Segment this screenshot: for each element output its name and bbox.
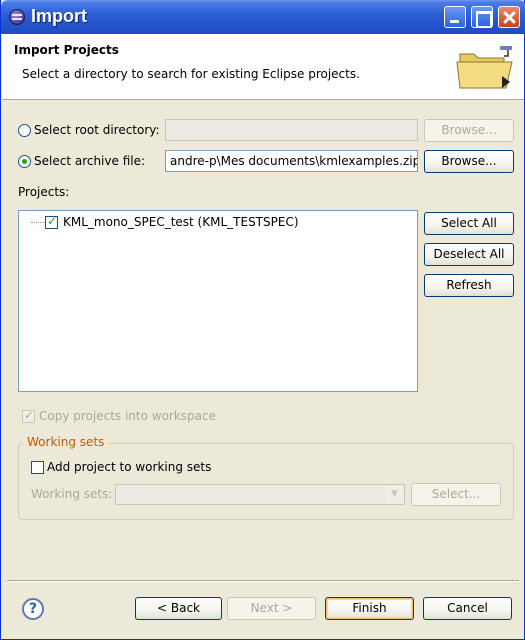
check-icon: ✓ <box>24 408 35 422</box>
list-item[interactable]: KML_mono_SPEC_test (KML_TESTSPEC) <box>63 215 299 229</box>
page-description: Select a directory to search for existin… <box>22 67 360 81</box>
back-button[interactable]: < Back <box>135 597 222 620</box>
archive-browse-button[interactable]: Browse... <box>424 150 514 173</box>
add-to-working-sets-label: Add project to working sets <box>47 460 212 474</box>
maximize-button[interactable] <box>471 6 493 28</box>
check-icon: ✓ <box>47 214 58 228</box>
root-directory-label: Select root directory: <box>34 123 160 137</box>
select-all-button[interactable]: Select All <box>424 212 514 235</box>
deselect-all-button[interactable]: Deselect All <box>424 243 514 266</box>
window-title: Import <box>31 6 87 26</box>
minimize-button[interactable] <box>444 6 466 28</box>
archive-file-label: Select archive file: <box>34 154 146 168</box>
working-sets-select-button[interactable]: Select... <box>411 483 501 506</box>
close-button[interactable] <box>498 6 520 28</box>
working-sets-label: Working sets: <box>31 487 113 501</box>
archive-file-radio[interactable] <box>18 155 31 168</box>
import-dialog: Import Import Projects Select a director… <box>0 0 525 640</box>
finish-button[interactable]: Finish <box>325 597 414 620</box>
help-icon[interactable]: ? <box>22 598 44 620</box>
copy-projects-checkbox[interactable]: ✓ <box>22 408 35 423</box>
chevron-down-icon[interactable]: ▼ <box>386 486 403 503</box>
project-checkbox[interactable]: ✓ <box>45 214 58 229</box>
root-browse-button[interactable]: Browse... <box>424 119 514 142</box>
title-bar[interactable]: Import <box>1 0 525 34</box>
next-button[interactable]: Next > <box>227 597 316 620</box>
projects-label: Projects: <box>18 185 70 199</box>
footer-separator <box>7 580 519 582</box>
refresh-button[interactable]: Refresh <box>424 274 514 297</box>
working-sets-combo[interactable]: ▼ <box>115 484 405 505</box>
projects-list[interactable]: ✓ KML_mono_SPEC_test (KML_TESTSPEC) <box>18 210 418 392</box>
root-directory-radio[interactable] <box>18 124 31 137</box>
eclipse-icon <box>9 9 25 25</box>
add-to-working-sets-checkbox[interactable] <box>31 461 44 474</box>
open-folder-icon <box>456 46 513 89</box>
cancel-button[interactable]: Cancel <box>423 597 512 620</box>
working-sets-group-title: Working sets <box>23 435 109 449</box>
archive-file-field[interactable]: andre-p\Mes documents\kmlexamples.zip <box>165 150 418 172</box>
wizard-header: Import Projects Select a directory to se… <box>2 34 524 100</box>
copy-projects-label: Copy projects into workspace <box>39 409 217 423</box>
tree-connector <box>31 222 45 223</box>
working-sets-group <box>18 443 514 520</box>
page-title: Import Projects <box>14 43 119 57</box>
root-directory-field[interactable] <box>165 119 418 141</box>
